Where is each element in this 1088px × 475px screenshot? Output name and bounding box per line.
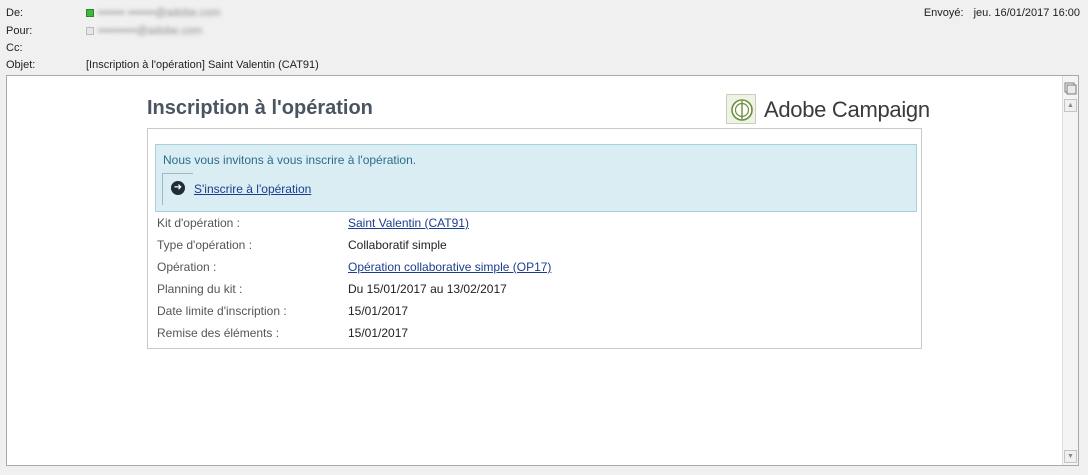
to-row: Pour: ••••••••••@adobe.com xyxy=(0,23,700,39)
from-value[interactable]: ••••••• •••••••@adobe.com xyxy=(86,5,221,21)
view-options-icon[interactable] xyxy=(1064,82,1077,95)
to-value[interactable]: ••••••••••@adobe.com xyxy=(86,23,202,39)
cc-row: Cc: xyxy=(0,40,700,56)
kit-link[interactable]: Saint Valentin (CAT91) xyxy=(348,216,469,230)
detail-label: Date limite d'inscription : xyxy=(157,304,287,318)
email-title: Inscription à l'opération xyxy=(147,97,373,119)
detail-value: 15/01/2017 xyxy=(348,304,409,318)
presence-unknown-icon xyxy=(86,27,94,35)
detail-label: Opération : xyxy=(157,260,217,274)
to-address[interactable]: ••••••••••@adobe.com xyxy=(98,25,202,37)
invite-text: Nous vous invitons à vous inscrire à l'o… xyxy=(163,153,417,167)
detail-label: Planning du kit : xyxy=(157,282,243,296)
sent-value: jeu. 16/01/2017 16:00 xyxy=(973,7,1080,19)
detail-value: Collaboratif simple xyxy=(348,238,447,252)
detail-value: 15/01/2017 xyxy=(348,326,409,340)
cc-label: Cc: xyxy=(6,42,23,54)
sent-info: Envoyé: jeu. 16/01/2017 16:00 xyxy=(924,7,1080,19)
register-action[interactable]: ➜ S'inscrire à l'opération xyxy=(162,173,462,205)
operation-card: Nous vous invitons à vous inscrire à l'o… xyxy=(147,128,922,349)
detail-label: Remise des éléments : xyxy=(157,326,280,340)
reading-pane: Inscription à l'opération Adobe Campaign… xyxy=(6,75,1079,466)
brand-name: Adobe Campaign xyxy=(764,97,930,122)
detail-label: Kit d'opération : xyxy=(157,216,241,230)
vertical-scrollbar[interactable]: ▲ ▼ xyxy=(1062,76,1078,465)
presence-online-icon xyxy=(86,9,94,17)
register-link[interactable]: S'inscrire à l'opération xyxy=(194,182,311,196)
from-row: De: ••••••• •••••••@adobe.com xyxy=(0,5,700,21)
subject-label: Objet: xyxy=(6,59,36,71)
sent-label: Envoyé: xyxy=(923,7,964,19)
subject-row: Objet: [Inscription à l'opération] Saint… xyxy=(0,57,700,73)
from-label: De: xyxy=(6,7,24,19)
detail-value: Du 15/01/2017 au 13/02/2017 xyxy=(348,282,507,296)
invite-box: Nous vous invitons à vous inscrire à l'o… xyxy=(155,144,917,212)
arrow-right-circle-icon[interactable]: ➜ xyxy=(171,181,185,195)
arrow-box: ➜ xyxy=(162,173,193,205)
detail-label: Type d'opération : xyxy=(157,238,253,252)
to-label: Pour: xyxy=(6,25,33,37)
from-address[interactable]: ••••••• •••••••@adobe.com xyxy=(98,7,221,19)
scroll-down-icon[interactable]: ▼ xyxy=(1064,450,1077,463)
operation-link[interactable]: Opération collaborative simple (OP17) xyxy=(348,260,551,274)
scroll-up-icon[interactable]: ▲ xyxy=(1064,99,1077,112)
adobe-campaign-logo-icon xyxy=(726,94,756,124)
subject-value: [Inscription à l'opération] Saint Valent… xyxy=(86,59,319,71)
